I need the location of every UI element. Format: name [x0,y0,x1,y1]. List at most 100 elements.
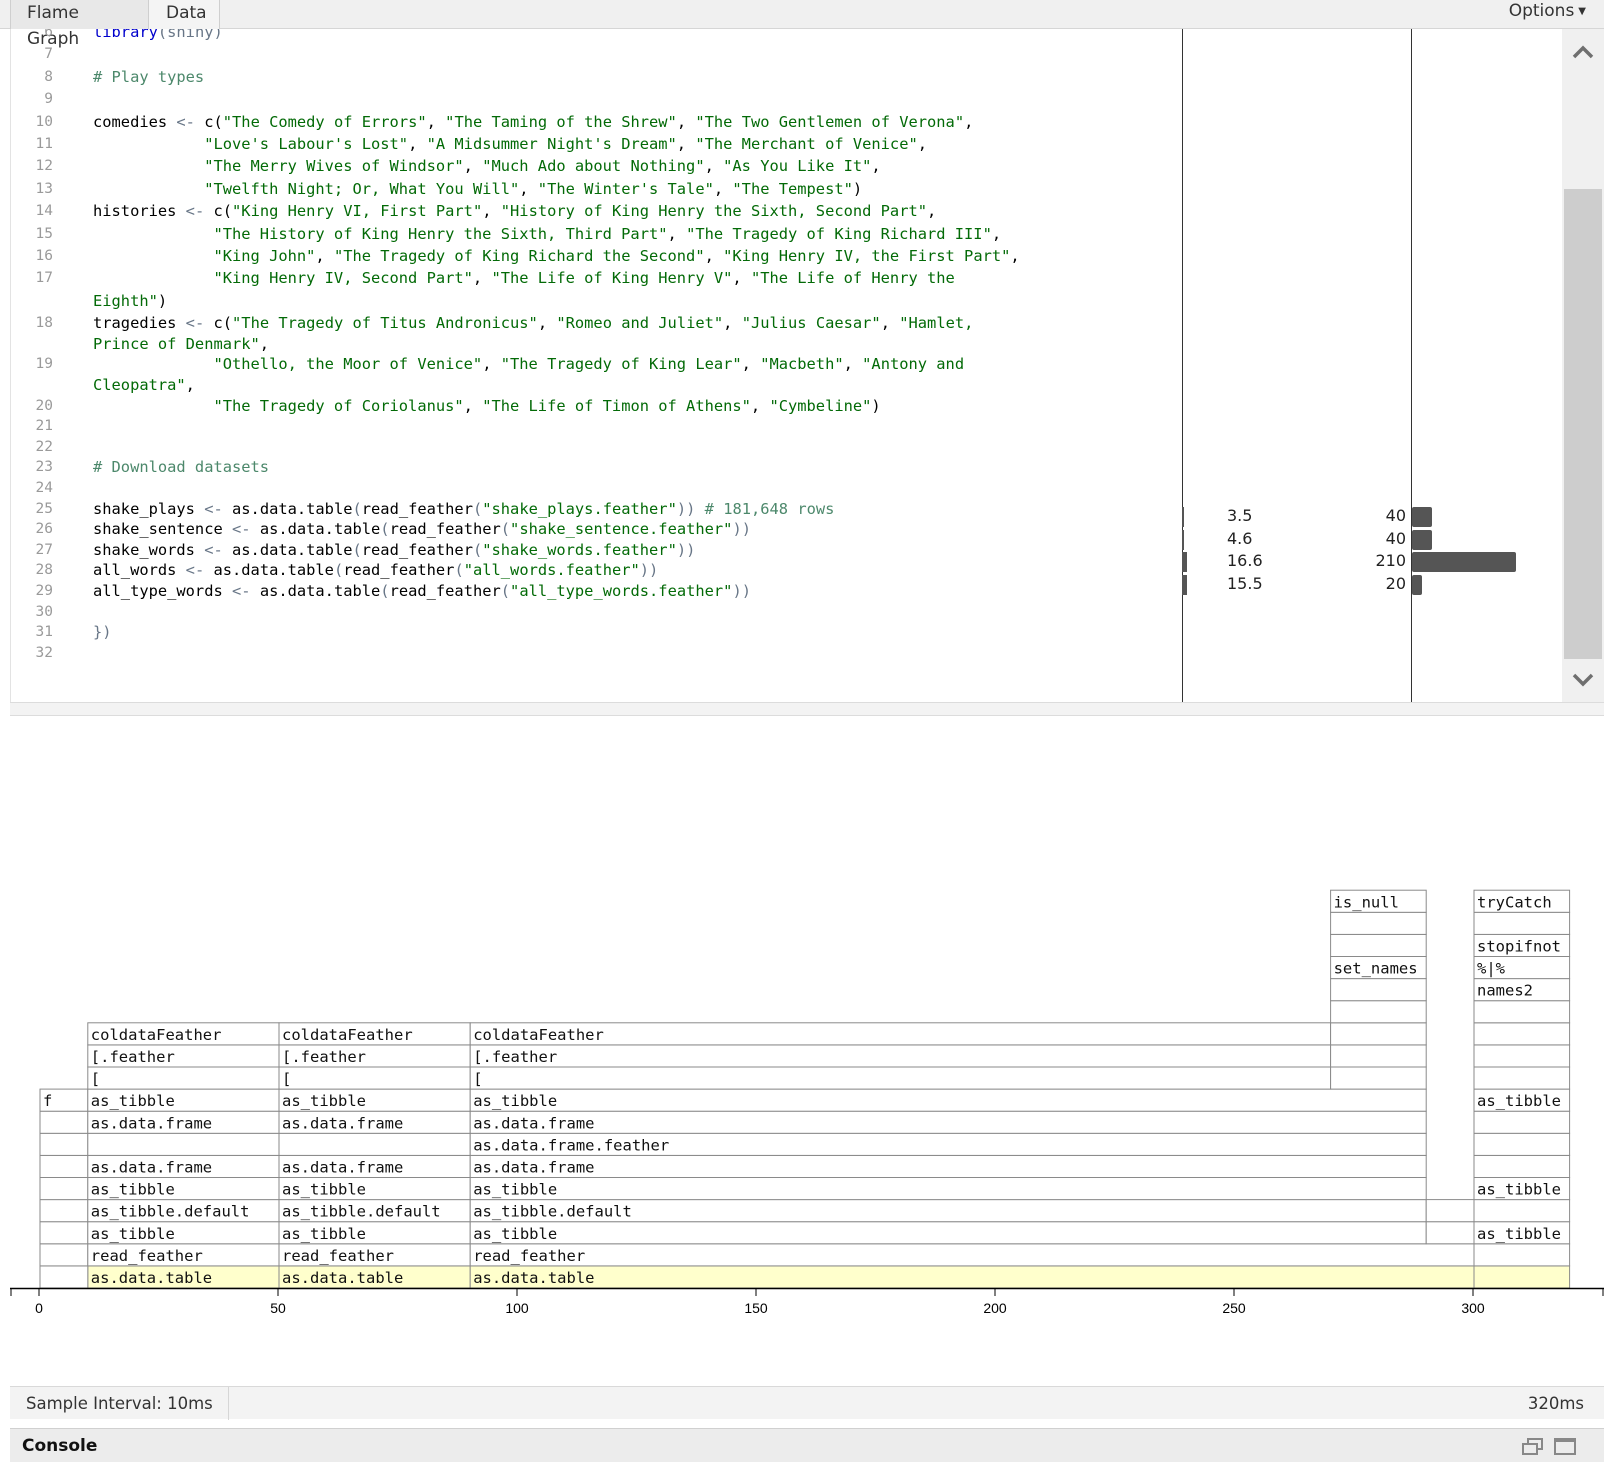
flame-cell[interactable]: as.data.frame [278,1110,471,1134]
chevron-up-icon[interactable] [1562,37,1604,67]
flame-cell[interactable]: coldataFeather [87,1022,280,1046]
flame-cell[interactable] [39,1177,89,1201]
flame-cell-box[interactable] [469,1265,1475,1289]
flame-cell-box[interactable] [469,1110,1427,1134]
flame-cell-box[interactable] [39,1110,89,1134]
flame-cell-box[interactable] [39,1243,89,1267]
flame-cell-box[interactable] [469,1177,1427,1201]
flame-cell[interactable] [1473,1110,1571,1134]
flame-cell[interactable]: as_tibble [87,1221,280,1245]
flame-cell-box[interactable] [1330,978,1427,1002]
flame-cell-box[interactable] [39,1177,89,1201]
code-scrollbar[interactable] [1562,29,1604,702]
minimize-icon[interactable] [1522,1438,1544,1455]
flame-cell[interactable] [1473,1243,1571,1267]
flame-cell[interactable]: stopifnot [1473,933,1571,957]
flame-cell-box[interactable] [87,1132,280,1156]
flame-cell-box[interactable] [1473,1265,1571,1289]
flame-cell-box[interactable] [1473,1110,1571,1134]
flame-cell[interactable]: f [39,1088,89,1112]
flame-cell-box[interactable] [1473,1044,1571,1068]
flame-cell-box[interactable] [1473,1243,1571,1267]
flame-cell-box[interactable] [469,1066,1332,1090]
flame-cell[interactable]: as.data.table [87,1265,280,1289]
flame-cell-box[interactable] [1473,1132,1571,1156]
flame-cell-box[interactable] [1330,1022,1427,1046]
flame-cell[interactable] [1425,1221,1475,1245]
flame-cell-box[interactable] [39,1154,89,1178]
flame-cell[interactable]: as_tibble [469,1177,1427,1201]
flame-cell-box[interactable] [1473,1000,1571,1024]
flame-cell-box[interactable] [1330,933,1427,957]
flame-cell-box[interactable] [1330,1066,1427,1090]
flame-cell[interactable]: [ [469,1066,1332,1090]
flame-cell[interactable] [39,1265,89,1289]
flame-cell[interactable] [1473,1265,1571,1289]
flame-cell[interactable] [39,1132,89,1156]
flame-cell[interactable]: as_tibble.default [469,1199,1427,1223]
flame-cell[interactable] [1330,933,1427,957]
flame-cell-box[interactable] [469,1154,1427,1178]
flame-cell-box[interactable] [1473,1066,1571,1090]
tab-data[interactable]: Data [149,0,220,29]
flame-cell-box[interactable] [39,1221,89,1245]
flame-cell[interactable] [278,1132,471,1156]
flame-cell[interactable]: as_tibble [469,1221,1427,1245]
flame-cell-box[interactable] [1473,1022,1571,1046]
flame-cell[interactable] [1330,1000,1427,1024]
flame-cell[interactable] [1425,1199,1475,1223]
flame-cell[interactable] [1330,1066,1427,1090]
flame-cell[interactable]: as.data.frame [278,1154,471,1178]
flame-cell[interactable]: as.data.frame [469,1110,1427,1134]
flame-cell[interactable]: as.data.frame [469,1154,1427,1178]
flame-cell-box[interactable] [278,1132,471,1156]
flame-cell-box[interactable] [1330,1000,1427,1024]
flame-cell[interactable] [1330,978,1427,1002]
flame-cell[interactable]: [.feather [278,1044,471,1068]
flame-cell-box[interactable] [1330,1044,1427,1068]
flame-cell[interactable]: read_feather [469,1243,1475,1267]
flame-cell-box[interactable] [39,1132,89,1156]
flame-cell-box[interactable] [469,1221,1427,1245]
flame-cell-box[interactable] [469,1243,1475,1267]
flame-graph[interactable]: as.data.table as.data.table as.data.table r… [10,716,1604,1386]
flame-cell-box[interactable] [87,1066,280,1090]
flame-cell[interactable]: as_tibble [278,1221,471,1245]
flame-cell[interactable] [1473,1132,1571,1156]
flame-cell[interactable]: as.data.table [278,1265,471,1289]
flame-cell[interactable]: read_feather [278,1243,471,1267]
flame-cell[interactable]: set_names [1330,956,1427,980]
flame-cell[interactable]: as.data.frame [87,1154,280,1178]
tab-flame-graph[interactable]: Flame Graph [10,0,149,49]
flame-cell[interactable] [1473,911,1571,935]
flame-cell[interactable]: as_tibble.default [278,1199,471,1223]
flame-cell-box[interactable] [39,1265,89,1289]
flame-cell[interactable]: as_tibble [1473,1177,1571,1201]
flame-cell-box[interactable] [469,1088,1427,1112]
pane-splitter[interactable] [10,702,1604,716]
flame-cell[interactable]: as_tibble [1473,1221,1571,1245]
flame-cell[interactable]: [.feather [87,1044,280,1068]
flame-cell[interactable] [1473,1000,1571,1024]
flame-cell[interactable] [1473,1154,1571,1178]
flame-cell-box[interactable] [278,1066,471,1090]
flame-cell[interactable] [1330,911,1427,935]
flame-cell-box[interactable] [1425,1199,1475,1223]
flame-cell[interactable]: as_tibble [87,1088,280,1112]
flame-cell[interactable]: names2 [1473,978,1571,1002]
flame-cell[interactable] [39,1243,89,1267]
console-pane-header[interactable]: Console [10,1428,1604,1462]
flame-cell-box[interactable] [1330,911,1427,935]
flame-cell[interactable]: as_tibble [87,1177,280,1201]
chevron-down-icon[interactable] [1562,665,1604,695]
flame-cell[interactable] [39,1110,89,1134]
flame-cell-box[interactable] [39,1199,89,1223]
flame-cell[interactable]: [.feather [469,1044,1332,1068]
options-menu-button[interactable]: Options ▼ [1509,0,1586,26]
flame-cell[interactable] [1330,1044,1427,1068]
flame-cell[interactable]: as_tibble [469,1088,1427,1112]
scroll-thumb[interactable] [1564,189,1602,659]
flame-cell-box[interactable] [1473,1154,1571,1178]
flame-graph-canvas[interactable]: as.data.table as.data.table as.data.table r… [10,716,1604,1386]
flame-cell[interactable]: coldataFeather [469,1022,1332,1046]
